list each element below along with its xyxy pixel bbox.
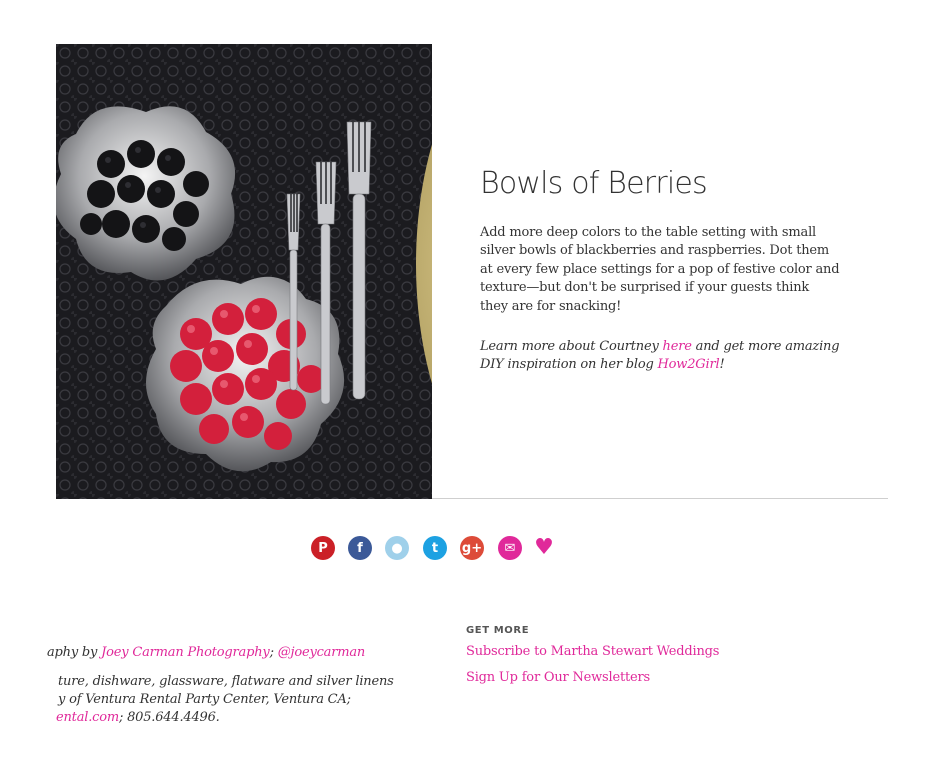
subscribe-link[interactable]: Subscribe to Martha Stewart Weddings bbox=[466, 644, 719, 659]
credit-separator: ; bbox=[269, 645, 278, 660]
google-plus-glyph: g+ bbox=[461, 540, 483, 556]
credit-line-1: aphy by Joey Carman Photography; @joeyca… bbox=[47, 644, 365, 662]
email-glyph: ✉ bbox=[504, 540, 516, 556]
pinterest-icon[interactable]: P bbox=[311, 536, 335, 560]
get-more-label: GET MORE bbox=[466, 625, 530, 636]
comment-glyph: ● bbox=[391, 540, 403, 556]
credit-line-2: ture, dishware, glassware, flatware and … bbox=[58, 674, 394, 689]
google-plus-icon[interactable]: g+ bbox=[460, 536, 484, 560]
facebook-icon[interactable]: f bbox=[348, 536, 372, 560]
credit-phone: ; 805.644.4496. bbox=[118, 710, 220, 725]
learn-prefix: Learn more about Courtney bbox=[480, 339, 663, 354]
credit-line-4: ental.com; 805.644.4496. bbox=[56, 709, 220, 727]
newsletter-signup-link[interactable]: Sign Up for Our Newsletters bbox=[466, 670, 650, 685]
twitter-glyph: t bbox=[431, 540, 439, 556]
heart-icon[interactable]: ♥ bbox=[532, 536, 556, 560]
berries-photo-illustration bbox=[56, 44, 432, 499]
joeycarman-link[interactable]: @joeycarman bbox=[278, 645, 366, 660]
email-icon[interactable]: ✉ bbox=[498, 536, 522, 560]
facebook-glyph: f bbox=[357, 540, 363, 556]
learn-more-paragraph: Learn more about Courtney here and get m… bbox=[480, 338, 850, 375]
section-divider bbox=[432, 498, 888, 499]
here-link[interactable]: here bbox=[663, 339, 692, 354]
how2girl-link[interactable]: How2Girl bbox=[658, 357, 720, 372]
comment-icon[interactable]: ● bbox=[385, 536, 409, 560]
learn-suffix: ! bbox=[719, 357, 725, 373]
rental-website-link[interactable]: ental.com bbox=[56, 710, 119, 725]
credit-prefix: aphy by bbox=[47, 645, 102, 660]
pinterest-glyph: P bbox=[318, 540, 328, 556]
twitter-icon[interactable]: t bbox=[423, 536, 447, 560]
article-photo bbox=[56, 44, 432, 499]
credit-line-3: y of Ventura Rental Party Center, Ventur… bbox=[58, 692, 351, 707]
heart-glyph: ♥ bbox=[534, 535, 554, 560]
joey-carman-photography-link[interactable]: Joey Carman Photography bbox=[101, 645, 270, 660]
article-description: Add more deep colors to the table settin… bbox=[480, 225, 840, 314]
article-title: Bowls of Berries bbox=[480, 166, 708, 201]
